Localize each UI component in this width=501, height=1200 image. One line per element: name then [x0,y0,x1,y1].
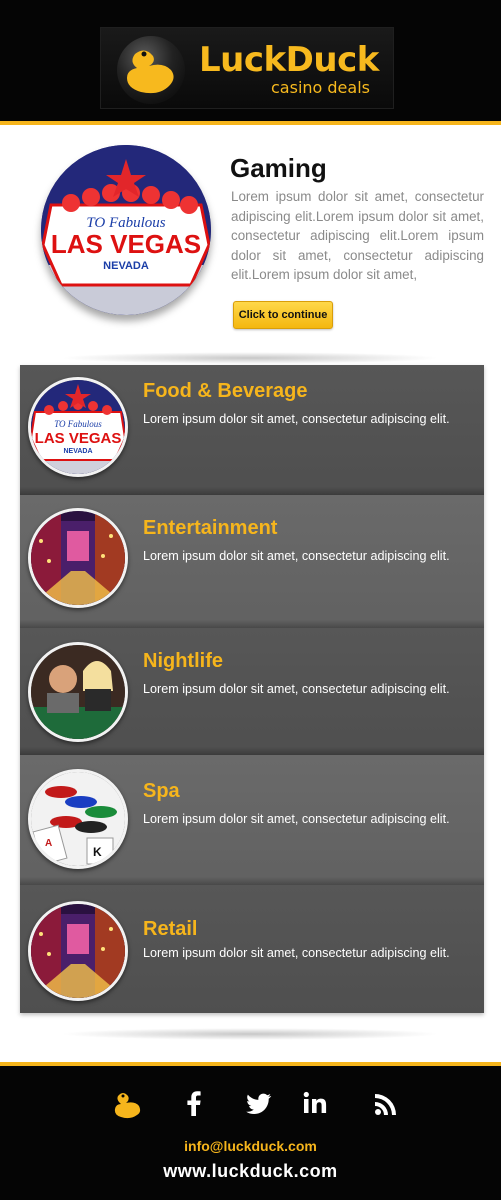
category-list: TO Fabulous LAS VEGAS NEVADA Food & Beve… [20,365,484,1013]
svg-text:A: A [45,838,52,849]
category-description: Lorem ipsum dolor sit amet, consectetur … [143,549,450,563]
duck-logo-icon [117,36,185,104]
category-description: Lorem ipsum dolor sit amet, consectetur … [143,946,450,960]
list-item[interactable]: Retail Lorem ipsum dolor sit amet, conse… [20,885,484,1013]
divider-shadow [60,1028,440,1040]
feature-description: Lorem ipsum dolor sit amet, consectetur … [231,189,484,282]
contact-email-link[interactable]: info@luckduck.com [0,1138,501,1154]
category-description: Lorem ipsum dolor sit amet, consectetur … [143,812,450,826]
category-title[interactable]: Spa [143,780,180,803]
list-item[interactable]: Entertainment Lorem ipsum dolor sit amet… [20,495,484,628]
svg-text:K: K [93,845,102,859]
linkedin-icon[interactable] [298,1086,334,1122]
header: LuckDuck casino deals [0,0,501,125]
category-thumbnail [28,508,128,608]
row-separator [20,487,484,495]
category-thumbnail: A K [28,769,128,869]
category-title[interactable]: Retail [143,918,197,941]
brand-name: LuckDuck [199,40,379,80]
website-link[interactable]: www.luckduck.com [0,1161,501,1182]
brand-tagline: casino deals [271,78,370,97]
rss-icon[interactable] [368,1086,404,1122]
click-to-continue-button[interactable]: Click to continue [233,301,333,329]
category-title[interactable]: Food & Beverage [143,380,307,403]
feature-title: Gaming [230,153,327,183]
category-thumbnail [28,642,128,742]
svg-text:TO Fabulous: TO Fabulous [54,419,102,429]
svg-text:NEVADA: NEVADA [63,448,92,455]
row-separator [20,747,484,755]
category-description: Lorem ipsum dolor sit amet, consectetur … [143,682,450,696]
footer: info@luckduck.com www.luckduck.com [0,1062,501,1200]
list-item[interactable]: Nightlife Lorem ipsum dolor sit amet, co… [20,628,484,755]
list-item[interactable]: A K Spa Lorem ipsum dolor sit amet, cons… [20,755,484,885]
row-separator [20,620,484,628]
category-thumbnail: TO Fabulous LAS VEGAS NEVADA [28,377,128,477]
category-title[interactable]: Entertainment [143,517,277,540]
logo[interactable]: LuckDuck casino deals [100,27,394,109]
category-title[interactable]: Nightlife [143,650,223,673]
duck-icon[interactable] [110,1086,146,1122]
svg-text:NEVADA: NEVADA [103,260,149,272]
facebook-icon[interactable] [176,1086,212,1122]
category-description: Lorem ipsum dolor sit amet, consectetur … [143,412,450,426]
category-thumbnail [28,901,128,1001]
list-item[interactable]: TO Fabulous LAS VEGAS NEVADA Food & Beve… [20,365,484,495]
row-separator [20,877,484,885]
svg-text:LAS VEGAS: LAS VEGAS [35,430,122,447]
feature-image: TO Fabulous LAS VEGAS NEVADA [41,145,211,315]
divider-shadow [60,352,440,364]
twitter-icon[interactable] [240,1086,276,1122]
svg-text:LAS VEGAS: LAS VEGAS [51,229,201,259]
